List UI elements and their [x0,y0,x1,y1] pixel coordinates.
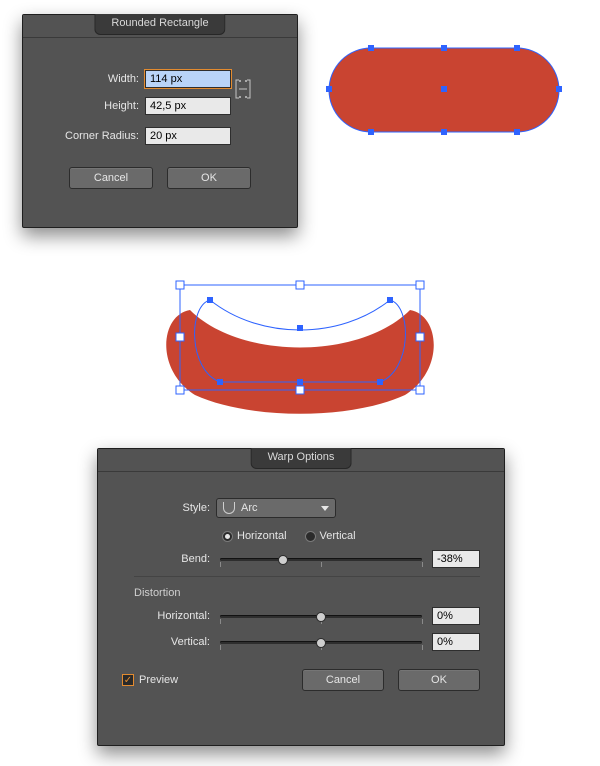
shape-preview-rounded-rect [314,28,574,148]
ok-button[interactable]: OK [398,669,480,691]
orientation-vertical-radio[interactable] [305,531,316,542]
link-dimensions-icon[interactable] [231,78,255,103]
preview-checkbox[interactable]: ✓ [122,674,134,686]
arc-icon [223,502,235,514]
height-label: Height: [43,100,145,112]
cancel-button[interactable]: Cancel [302,669,384,691]
distortion-section-title: Distortion [134,576,480,599]
bend-label: Bend: [122,553,216,565]
warp-options-dialog: Warp Options Style: Arc Horizontal Verti… [97,448,505,746]
corner-radius-label: Corner Radius: [43,130,145,142]
shape-preview-warped [150,260,450,430]
width-label: Width: [43,73,145,85]
bend-slider[interactable] [220,552,422,566]
dialog-titlebar: Warp Options [98,449,504,472]
orientation-horizontal-label: Horizontal [237,530,287,542]
corner-radius-input[interactable] [145,127,231,145]
orientation-vertical-label: Vertical [320,530,356,542]
style-label: Style: [122,502,216,514]
ok-button[interactable]: OK [167,167,251,189]
dialog-title: Rounded Rectangle [94,14,225,35]
style-select[interactable]: Arc [216,498,336,518]
distortion-horizontal-label: Horizontal: [122,610,216,622]
distortion-vertical-label: Vertical: [122,636,216,648]
width-input[interactable] [145,70,231,88]
dialog-title: Warp Options [251,448,352,469]
distortion-vertical-slider[interactable] [220,635,422,649]
style-value: Arc [241,502,258,514]
distortion-horizontal-slider[interactable] [220,609,422,623]
dialog-titlebar: Rounded Rectangle [23,15,297,38]
cancel-button[interactable]: Cancel [69,167,153,189]
distortion-vertical-value[interactable] [432,633,480,651]
orientation-horizontal-radio[interactable] [222,531,233,542]
height-input[interactable] [145,97,231,115]
preview-label: Preview [139,674,178,686]
bend-value[interactable] [432,550,480,568]
chevron-down-icon [321,506,329,511]
distortion-horizontal-value[interactable] [432,607,480,625]
rounded-rectangle-dialog: Rounded Rectangle Width: Height: Corner … [22,14,298,228]
